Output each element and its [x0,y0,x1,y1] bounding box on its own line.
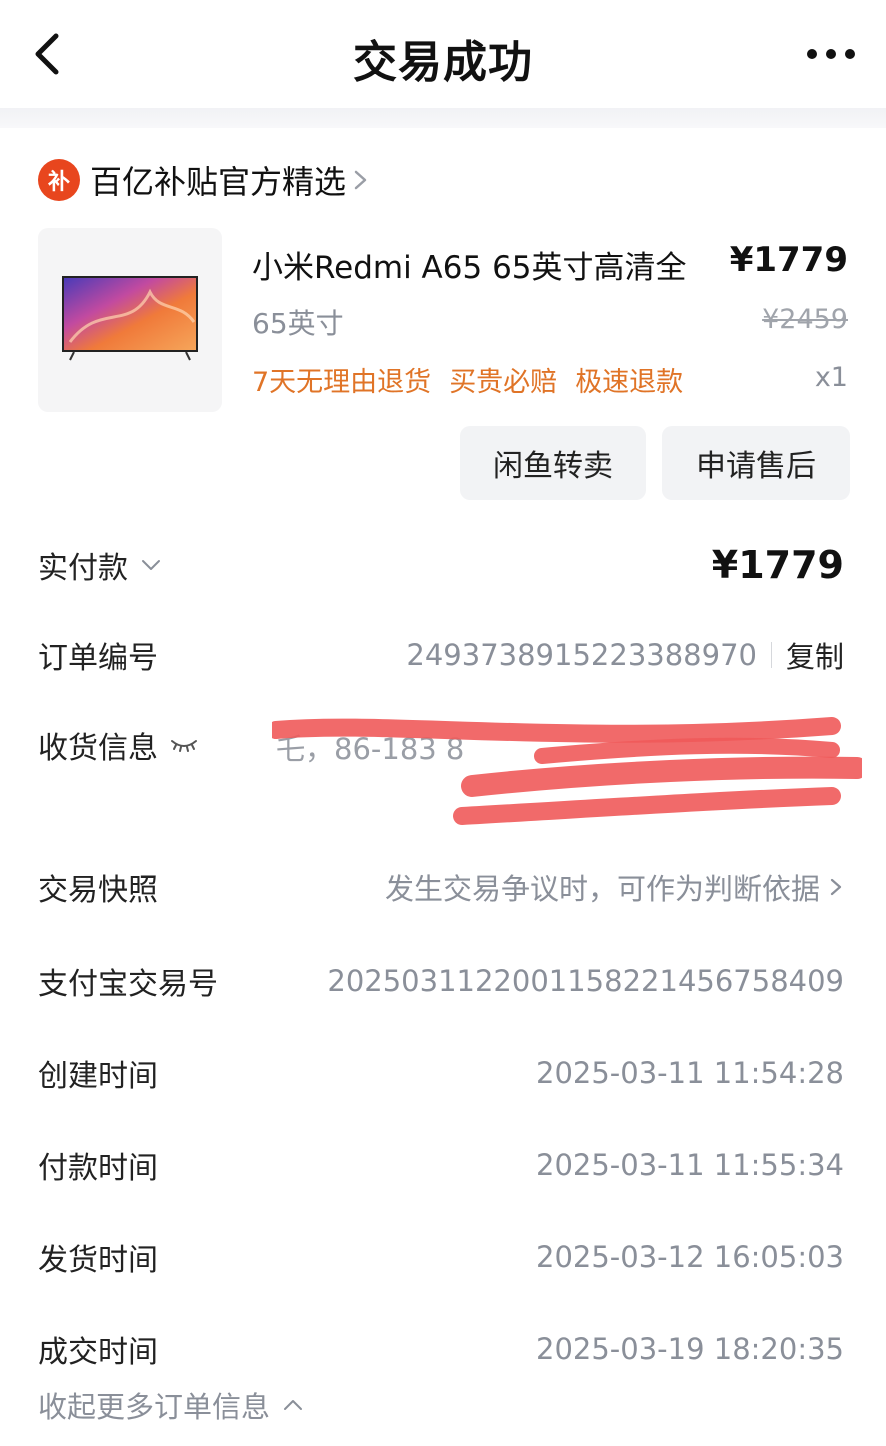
service-tags: 7天无理由退货 买贵必赔 极速退款 [252,360,683,399]
product-title[interactable]: 小米Redmi A65 65英寸高清全 [252,242,687,287]
original-price: ¥2459 [762,304,848,335]
store-link[interactable]: 补 百亿补贴官方精选 [38,158,370,202]
paid-amount-label: 实付款 [38,551,128,586]
completed-time-label: 成交时间 [38,1335,158,1370]
after-sales-button[interactable]: 申请售后 [662,426,850,500]
product-price: ¥1779 [729,240,848,280]
created-time-label: 创建时间 [38,1059,158,1094]
shipped-time-value: 2025-03-12 16:05:03 [536,1240,844,1274]
eye-closed-icon[interactable] [170,737,198,753]
subsidy-badge-icon: 补 [38,159,80,201]
tv-product-icon [62,276,198,361]
completed-time-value: 2025-03-19 18:20:35 [536,1332,844,1366]
service-tag: 极速退款 [575,367,684,398]
collapse-order-info-button[interactable]: 收起更多订单信息 [38,1384,304,1426]
order-number-row: 订单编号 2493738915223388970 复制 [38,630,844,680]
more-button[interactable] [806,40,856,68]
address-label: 收货信息 [38,731,158,766]
completed-time-row: 成交时间 2025-03-19 18:20:35 [38,1324,844,1374]
chevron-down-icon [142,560,160,570]
paid-amount-toggle[interactable]: 实付款 [38,543,162,587]
created-time-row: 创建时间 2025-03-11 11:54:28 [38,1048,844,1098]
resell-button[interactable]: 闲鱼转卖 [460,426,646,500]
collapse-label: 收起更多订单信息 [38,1390,271,1424]
navbar: 交易成功 [0,0,886,108]
chevron-right-icon [830,878,842,896]
store-name: 百亿补贴官方精选 [90,163,347,201]
snapshot-hint: 发生交易争议时，可作为判断依据 [384,872,820,906]
product-image[interactable] [38,228,222,412]
chevron-right-icon [354,170,367,190]
alipay-label: 支付宝交易号 [38,967,218,1002]
order-number-label: 订单编号 [38,641,158,676]
shipped-time-row: 发货时间 2025-03-12 16:05:03 [38,1232,844,1282]
snapshot-row[interactable]: 交易快照 发生交易争议时，可作为判断依据 [38,862,844,912]
alipay-row: 支付宝交易号 2025031122001158221456758409 [38,956,844,1006]
chevron-up-icon [284,1400,303,1410]
paid-time-label: 付款时间 [38,1151,158,1186]
alipay-value: 2025031122001158221456758409 [327,964,844,998]
copy-button[interactable]: 复制 [786,634,844,676]
redaction-scribble [272,717,862,825]
address-row: 收货信息 [38,720,198,770]
divider [770,642,772,668]
paid-amount-value: ¥1779 [711,543,844,587]
service-tag: 买贵必赔 [449,367,558,398]
paid-time-row: 付款时间 2025-03-11 11:55:34 [38,1140,844,1190]
order-number-value: 2493738915223388970 [406,638,757,672]
service-tag: 7天无理由退货 [252,367,432,398]
product-spec: 65英寸 [252,307,344,340]
product-quantity: x1 [814,362,848,393]
address-value: 乇，86-183 8 [272,716,862,836]
created-time-value: 2025-03-11 11:54:28 [536,1056,844,1090]
paid-amount-row: 实付款 ¥1779 [38,540,844,590]
page-title: 交易成功 [353,37,533,88]
more-dots-icon [807,49,855,59]
paid-time-value: 2025-03-11 11:55:34 [536,1148,844,1182]
snapshot-label: 交易快照 [38,873,158,908]
section-divider [0,108,886,128]
shipped-time-label: 发货时间 [38,1243,158,1278]
